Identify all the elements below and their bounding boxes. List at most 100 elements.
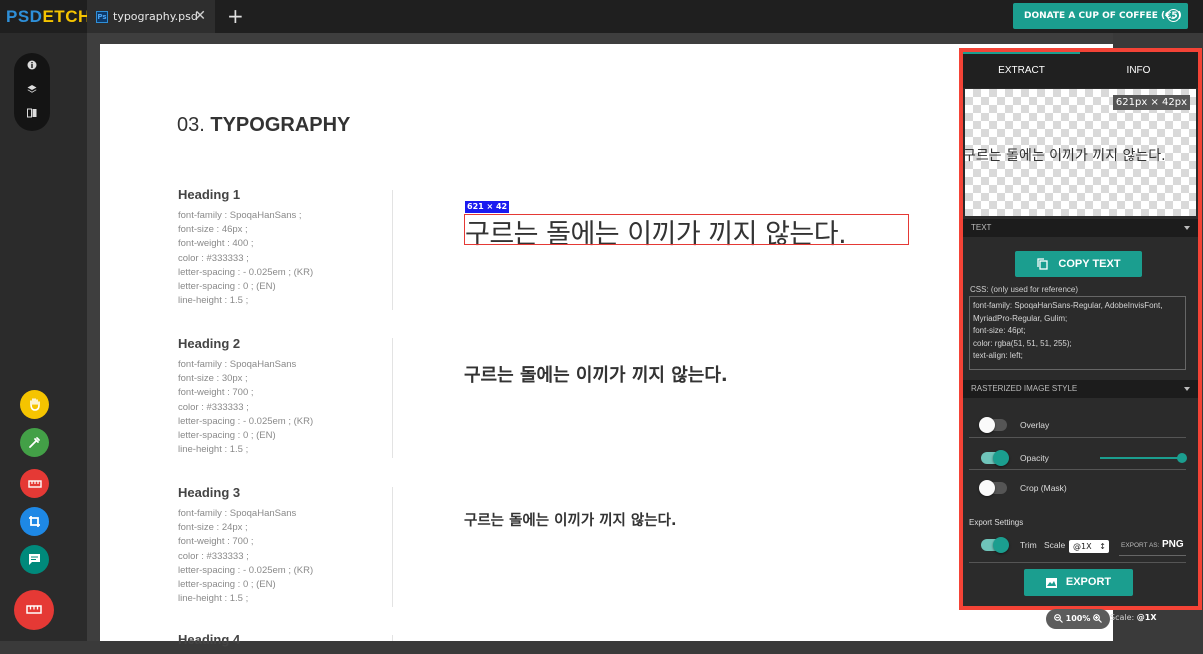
spec-line: letter-spacing : - 0.025em ; (KR) bbox=[178, 266, 314, 278]
selection-size-label: 621 × 42 bbox=[465, 201, 510, 213]
spec-line: color : #333333 ; bbox=[178, 252, 249, 264]
spec-line: font-weight : 400 ; bbox=[178, 238, 254, 250]
copy-icon bbox=[1037, 258, 1048, 270]
eyedropper-tool-icon[interactable] bbox=[20, 428, 49, 457]
view-toolbox bbox=[14, 53, 50, 131]
spec-line: letter-spacing : - 0.025em ; (KR) bbox=[178, 415, 314, 427]
app-logo[interactable]: PSDETCH bbox=[6, 7, 91, 27]
export-format[interactable]: PNG bbox=[1162, 539, 1184, 550]
zoom-out-icon[interactable] bbox=[1054, 614, 1063, 623]
comment-tool-icon[interactable] bbox=[20, 545, 49, 574]
spec-line: font-family : SpoqaHanSans bbox=[178, 508, 297, 519]
heading-4-spec[interactable]: Heading 4 bbox=[178, 632, 240, 654]
info-icon[interactable] bbox=[27, 60, 37, 70]
selection-box[interactable] bbox=[464, 214, 909, 245]
compare-icon[interactable] bbox=[27, 108, 37, 118]
file-tab[interactable]: Ps typography.psd ✕ bbox=[87, 0, 215, 33]
divider bbox=[392, 190, 393, 310]
file-tab-label: typography.psd bbox=[113, 10, 198, 23]
spec-line: letter-spacing : 0 ; (EN) bbox=[178, 430, 276, 442]
css-line: font-family: SpoqaHanSans-Regular, Adobe… bbox=[973, 301, 1163, 310]
close-tab-icon[interactable]: ✕ bbox=[194, 8, 206, 24]
overlay-row: Overlay bbox=[969, 410, 1186, 438]
logo-text-etch: ETCH bbox=[42, 7, 91, 26]
text-section-header[interactable]: TEXT bbox=[963, 219, 1198, 237]
crop-tool-icon[interactable] bbox=[20, 507, 49, 536]
crop-toggle[interactable] bbox=[979, 480, 1007, 496]
trim-label: Trim bbox=[1020, 540, 1037, 550]
heading-3-sample[interactable]: 구르는 돌에는 이끼가 끼지 않는다. bbox=[464, 509, 676, 530]
divider bbox=[392, 635, 393, 641]
section-name: TYPOGRAPHY bbox=[210, 114, 351, 136]
extract-preview: 621px × 42px 구르는 돌에는 이끼가 끼지 않는다. bbox=[965, 89, 1196, 216]
layers-icon[interactable] bbox=[27, 84, 37, 94]
status-scale-label: Scale: bbox=[1110, 613, 1135, 622]
spec-line: font-weight : 700 ; bbox=[178, 536, 254, 548]
spec-line: font-family : SpoqaHanSans bbox=[178, 359, 297, 370]
crop-label: Crop (Mask) bbox=[1020, 483, 1067, 493]
copy-text-label: COPY TEXT bbox=[1058, 258, 1121, 270]
preview-dimensions: 621px × 42px bbox=[1112, 95, 1190, 110]
scale-label: Scale bbox=[1044, 540, 1066, 550]
export-format-underline bbox=[1119, 555, 1186, 556]
section-title[interactable]: 03. TYPOGRAPHY bbox=[177, 114, 350, 137]
heading-2-sample[interactable]: 구르는 돌에는 이끼가 끼지 않는다. bbox=[464, 361, 728, 387]
spec-line: font-size : 30px ; bbox=[178, 373, 248, 385]
donate-button[interactable]: DONATE A CUP OF COFFEE (€5) bbox=[1013, 3, 1188, 29]
measure-mode-button[interactable] bbox=[14, 590, 54, 630]
raster-section-header[interactable]: RASTERIZED IMAGE STYLE bbox=[963, 380, 1198, 398]
spec-line: line-height : 1.5 ; bbox=[178, 593, 249, 605]
spec-line: letter-spacing : 0 ; (EN) bbox=[178, 281, 276, 293]
css-label: CSS: (only used for reference) bbox=[970, 285, 1079, 294]
tab-info[interactable]: INFO bbox=[1080, 52, 1197, 88]
divider bbox=[392, 487, 393, 607]
overlay-label: Overlay bbox=[1020, 420, 1050, 430]
divider bbox=[392, 338, 393, 458]
new-tab-button[interactable]: + bbox=[227, 4, 244, 28]
panel-tabs: EXTRACT INFO bbox=[963, 52, 1198, 88]
export-button[interactable]: EXPORT bbox=[1024, 569, 1133, 596]
preview-text: 구르는 돌에는 이끼가 끼지 않는다. bbox=[965, 148, 1166, 164]
raster-section-label: RASTERIZED IMAGE STYLE bbox=[971, 384, 1078, 393]
extract-panel: EXTRACT INFO 621px × 42px 구르는 돌에는 이끼가 끼지… bbox=[959, 48, 1202, 610]
spec-line: font-family : SpoqaHanSans ; bbox=[178, 210, 302, 221]
photoshop-file-icon: Ps bbox=[96, 10, 108, 23]
heading-1-spec[interactable]: Heading 1 font-family : SpoqaHanSans ; f… bbox=[178, 187, 313, 308]
divider bbox=[969, 562, 1186, 563]
heading-3-spec[interactable]: Heading 3 font-family : SpoqaHanSans fon… bbox=[178, 485, 313, 606]
css-line: MyriadPro-Regular, Gulim; bbox=[973, 313, 1068, 323]
spec-line: letter-spacing : - 0.025em ; (KR) bbox=[178, 564, 314, 576]
overlay-toggle[interactable] bbox=[979, 417, 1007, 433]
css-line: font-size: 46pt; bbox=[973, 326, 1026, 335]
tab-extract[interactable]: EXTRACT bbox=[963, 52, 1080, 88]
opacity-slider[interactable] bbox=[1100, 453, 1187, 463]
opacity-toggle[interactable] bbox=[981, 450, 1009, 466]
spec-line: font-size : 24px ; bbox=[178, 522, 248, 534]
export-settings-label: Export Settings bbox=[969, 518, 1024, 527]
scale-select[interactable]: @1X bbox=[1069, 540, 1109, 553]
status-scale-value: @1X bbox=[1136, 613, 1157, 622]
spec-line: color : #333333 ; bbox=[178, 401, 249, 413]
heading-2-spec[interactable]: Heading 2 font-family : SpoqaHanSans fon… bbox=[178, 336, 313, 457]
chevron-down-icon bbox=[1184, 387, 1190, 391]
trim-toggle[interactable] bbox=[981, 537, 1009, 553]
spec-line: letter-spacing : 0 ; (EN) bbox=[178, 579, 276, 591]
hand-tool-icon[interactable] bbox=[20, 390, 49, 419]
chevron-down-icon bbox=[1184, 226, 1190, 230]
copy-text-button[interactable]: COPY TEXT bbox=[1015, 251, 1142, 277]
status-scale: Scale: @1X bbox=[1110, 613, 1157, 622]
text-section-label: TEXT bbox=[971, 223, 992, 232]
zoom-control[interactable]: 100% bbox=[1046, 609, 1110, 629]
zoom-in-icon[interactable] bbox=[1093, 614, 1102, 623]
spec-line: line-height : 1.5 ; bbox=[178, 444, 249, 456]
donate-label: DONATE A CUP OF COFFEE (€5) bbox=[1024, 11, 1182, 21]
image-icon bbox=[1046, 578, 1057, 588]
slider-thumb[interactable] bbox=[1177, 453, 1187, 463]
spec-line: font-weight : 700 ; bbox=[178, 387, 254, 399]
ruler-tool-icon[interactable] bbox=[20, 469, 49, 498]
css-line: color: rgba(51, 51, 51, 255); bbox=[973, 338, 1072, 348]
smile-icon bbox=[1167, 9, 1180, 22]
left-toolbar bbox=[0, 33, 87, 641]
export-as-label: EXPORT AS: bbox=[1121, 542, 1160, 549]
css-textarea[interactable]: font-family: SpoqaHanSans-Regular, Adobe… bbox=[969, 296, 1186, 370]
